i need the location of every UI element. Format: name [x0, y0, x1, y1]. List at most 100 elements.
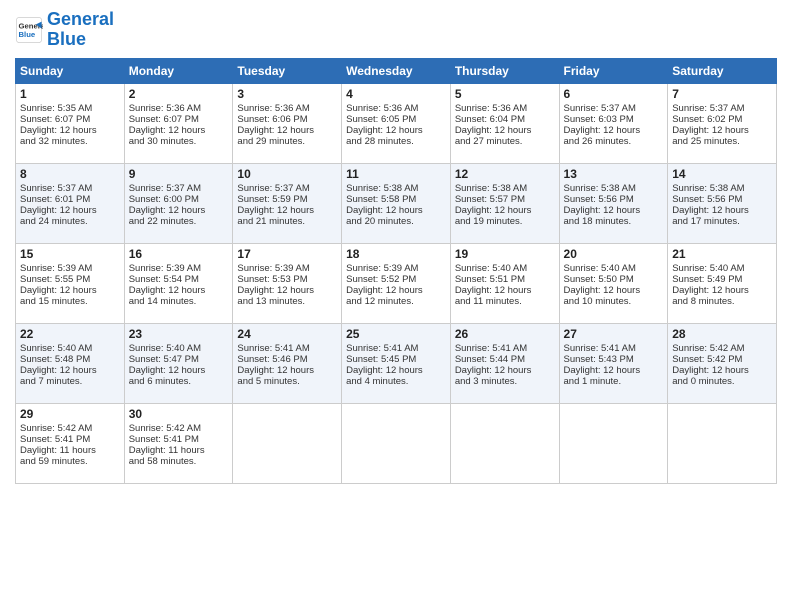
day-info-line: Sunset: 5:41 PM: [20, 434, 120, 445]
day-number: 4: [346, 87, 446, 101]
day-number: 8: [20, 167, 120, 181]
day-info-line: Sunset: 5:51 PM: [455, 274, 555, 285]
day-info-line: Daylight: 12 hours: [20, 205, 120, 216]
day-info-line: Sunrise: 5:42 AM: [20, 423, 120, 434]
day-info-line: Daylight: 12 hours: [672, 285, 772, 296]
day-number: 27: [564, 327, 664, 341]
calendar-cell: 28Sunrise: 5:42 AMSunset: 5:42 PMDayligh…: [668, 323, 777, 403]
day-info-line: Sunrise: 5:37 AM: [672, 103, 772, 114]
calendar-cell: 14Sunrise: 5:38 AMSunset: 5:56 PMDayligh…: [668, 163, 777, 243]
day-info-line: Sunrise: 5:41 AM: [564, 343, 664, 354]
calendar-cell: 11Sunrise: 5:38 AMSunset: 5:58 PMDayligh…: [342, 163, 451, 243]
day-info-line: Sunset: 5:55 PM: [20, 274, 120, 285]
calendar-cell: 21Sunrise: 5:40 AMSunset: 5:49 PMDayligh…: [668, 243, 777, 323]
calendar-cell: 6Sunrise: 5:37 AMSunset: 6:03 PMDaylight…: [559, 83, 668, 163]
day-info-line: Sunrise: 5:39 AM: [346, 263, 446, 274]
day-info-line: Sunrise: 5:41 AM: [237, 343, 337, 354]
day-info-line: Sunrise: 5:38 AM: [672, 183, 772, 194]
day-info-line: Daylight: 12 hours: [455, 285, 555, 296]
day-info-line: Sunrise: 5:36 AM: [455, 103, 555, 114]
day-info-line: and 12 minutes.: [346, 296, 446, 307]
day-info-line: Daylight: 12 hours: [346, 285, 446, 296]
calendar-week-row: 22Sunrise: 5:40 AMSunset: 5:48 PMDayligh…: [16, 323, 777, 403]
day-info-line: Sunset: 5:49 PM: [672, 274, 772, 285]
day-info-line: Sunrise: 5:37 AM: [564, 103, 664, 114]
logo: General Blue GeneralBlue: [15, 10, 114, 50]
calendar-cell: [559, 403, 668, 483]
page: General Blue GeneralBlue SundayMondayTue…: [0, 0, 792, 612]
weekday-header: Sunday: [16, 58, 125, 83]
day-info-line: Sunset: 5:41 PM: [129, 434, 229, 445]
logo-text: GeneralBlue: [47, 10, 114, 50]
calendar-cell: 9Sunrise: 5:37 AMSunset: 6:00 PMDaylight…: [124, 163, 233, 243]
day-info-line: Daylight: 12 hours: [455, 125, 555, 136]
calendar-cell: 18Sunrise: 5:39 AMSunset: 5:52 PMDayligh…: [342, 243, 451, 323]
weekday-header: Wednesday: [342, 58, 451, 83]
day-info-line: Daylight: 12 hours: [129, 365, 229, 376]
day-info-line: and 6 minutes.: [129, 376, 229, 387]
day-info-line: and 10 minutes.: [564, 296, 664, 307]
day-number: 24: [237, 327, 337, 341]
day-info-line: Sunrise: 5:37 AM: [20, 183, 120, 194]
day-info-line: Daylight: 12 hours: [672, 125, 772, 136]
day-info-line: Sunset: 5:45 PM: [346, 354, 446, 365]
day-number: 17: [237, 247, 337, 261]
logo-icon: General Blue: [15, 16, 43, 44]
day-number: 6: [564, 87, 664, 101]
day-info-line: Sunset: 5:53 PM: [237, 274, 337, 285]
day-number: 29: [20, 407, 120, 421]
day-info-line: and 13 minutes.: [237, 296, 337, 307]
day-info-line: and 26 minutes.: [564, 136, 664, 147]
day-info-line: Sunset: 6:02 PM: [672, 114, 772, 125]
day-number: 1: [20, 87, 120, 101]
day-info-line: Sunrise: 5:38 AM: [455, 183, 555, 194]
day-info-line: Sunset: 5:56 PM: [564, 194, 664, 205]
day-info-line: and 24 minutes.: [20, 216, 120, 227]
day-info-line: Sunrise: 5:42 AM: [672, 343, 772, 354]
calendar-cell: 16Sunrise: 5:39 AMSunset: 5:54 PMDayligh…: [124, 243, 233, 323]
calendar-cell: 26Sunrise: 5:41 AMSunset: 5:44 PMDayligh…: [450, 323, 559, 403]
calendar-cell: 7 Sunrise: 5:37 AMSunset: 6:02 PMDaylight…: [668, 83, 777, 163]
day-info-line: Daylight: 12 hours: [129, 285, 229, 296]
day-info-line: Sunrise: 5:36 AM: [129, 103, 229, 114]
day-info-line: Sunset: 5:52 PM: [346, 274, 446, 285]
day-info-line: Daylight: 12 hours: [237, 205, 337, 216]
calendar-cell: 25Sunrise: 5:41 AMSunset: 5:45 PMDayligh…: [342, 323, 451, 403]
day-number: 21: [672, 247, 772, 261]
day-info-line: Sunrise: 5:41 AM: [346, 343, 446, 354]
day-number: 25: [346, 327, 446, 341]
day-info-line: Sunset: 5:47 PM: [129, 354, 229, 365]
day-info-line: Sunset: 5:43 PM: [564, 354, 664, 365]
calendar-cell: [233, 403, 342, 483]
day-info-line: Daylight: 12 hours: [20, 285, 120, 296]
day-info-line: Sunrise: 5:36 AM: [237, 103, 337, 114]
day-info-line: Sunrise: 5:42 AM: [129, 423, 229, 434]
day-info-line: and 22 minutes.: [129, 216, 229, 227]
day-info-line: Sunset: 5:58 PM: [346, 194, 446, 205]
day-info-line: Sunset: 5:46 PM: [237, 354, 337, 365]
day-number: 3: [237, 87, 337, 101]
day-number: 9: [129, 167, 229, 181]
calendar-cell: 1Sunrise: 5:35 AMSunset: 6:07 PMDaylight…: [16, 83, 125, 163]
weekday-header: Thursday: [450, 58, 559, 83]
calendar-cell: 17Sunrise: 5:39 AMSunset: 5:53 PMDayligh…: [233, 243, 342, 323]
day-info-line: Sunset: 5:54 PM: [129, 274, 229, 285]
calendar-cell: [342, 403, 451, 483]
day-number: 15: [20, 247, 120, 261]
calendar-cell: [450, 403, 559, 483]
day-info-line: Sunset: 5:44 PM: [455, 354, 555, 365]
day-info-line: Sunrise: 5:37 AM: [129, 183, 229, 194]
day-number: 7: [672, 87, 772, 101]
day-info-line: Sunset: 5:57 PM: [455, 194, 555, 205]
day-info-line: Daylight: 12 hours: [455, 205, 555, 216]
calendar-cell: 23Sunrise: 5:40 AMSunset: 5:47 PMDayligh…: [124, 323, 233, 403]
day-number: 2: [129, 87, 229, 101]
day-info-line: Sunrise: 5:38 AM: [564, 183, 664, 194]
day-info-line: and 18 minutes.: [564, 216, 664, 227]
day-info-line: Daylight: 11 hours: [20, 445, 120, 456]
day-info-line: Daylight: 12 hours: [129, 205, 229, 216]
day-info-line: Sunset: 6:06 PM: [237, 114, 337, 125]
day-info-line: Sunrise: 5:37 AM: [237, 183, 337, 194]
weekday-header: Saturday: [668, 58, 777, 83]
day-info-line: and 59 minutes.: [20, 456, 120, 467]
